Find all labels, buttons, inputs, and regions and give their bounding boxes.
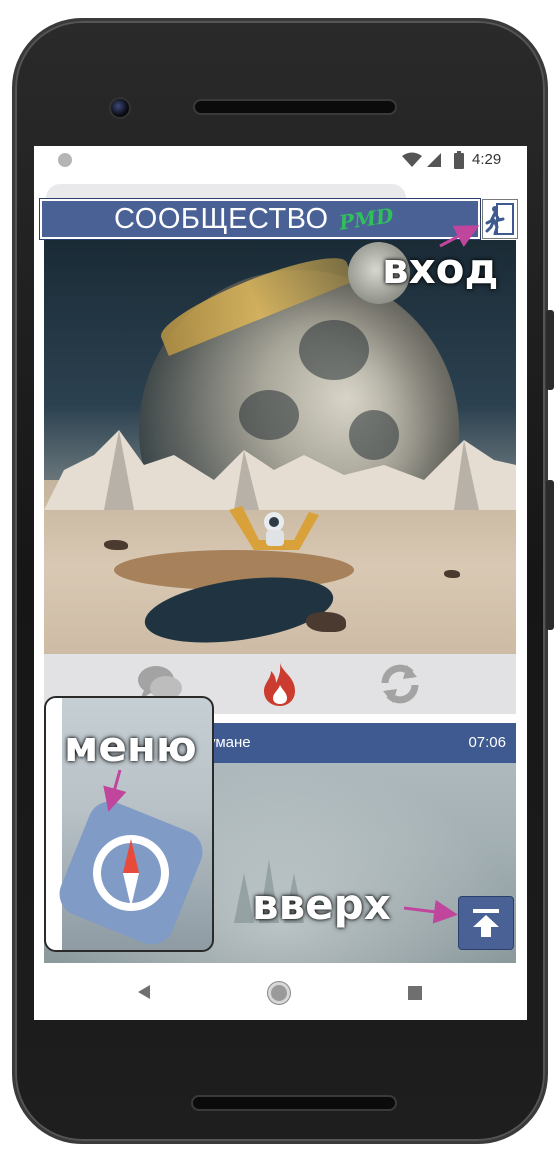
exit-door-icon [485,203,514,235]
rock [104,540,128,550]
status-time: 4:29 [472,151,502,168]
fire-icon [264,663,295,706]
annotation-menu: меню [64,722,197,771]
annotation-up: вверх [252,880,391,929]
hot-button[interactable] [255,659,305,709]
post-time: 07:06 [468,734,506,751]
annotation-login: вход [382,244,499,293]
community-banner[interactable]: СООБЩЕСТВО PMD [39,198,481,240]
tree-silhouette [234,873,254,923]
back-triangle-icon[interactable] [136,984,152,1000]
battery-icon [454,151,464,169]
astronaut-chair-illustration [229,506,319,550]
crater [299,320,369,380]
hero-image[interactable] [44,240,516,654]
refresh-icon [381,664,419,704]
android-navigation-bar [34,964,527,1020]
home-circle-icon[interactable] [268,982,290,1004]
scroll-top-button[interactable] [458,896,514,950]
wifi-icon [402,152,422,167]
rock [306,612,346,632]
rock [444,570,460,578]
post-title: умане [208,734,251,751]
status-bar: 4:29 [34,146,527,174]
banner-title: СООБЩЕСТВО [114,202,329,235]
repost-button[interactable] [375,659,425,709]
cell-signal-icon [427,153,441,167]
bottom-speaker [191,1095,397,1111]
banner-logo: PMD [337,203,395,235]
arrow-up-to-line-icon [473,909,499,937]
volume-button [546,480,554,630]
menu-callout-strip [46,698,62,950]
compass-icon [93,835,169,911]
power-button [546,310,554,390]
recent-square-icon[interactable] [408,986,422,1000]
menu-button[interactable] [52,794,210,950]
mountains-illustration [44,430,516,510]
earpiece-speaker [193,99,397,115]
front-camera [109,97,131,119]
notification-dot-icon [58,153,72,167]
login-button[interactable] [482,199,518,239]
